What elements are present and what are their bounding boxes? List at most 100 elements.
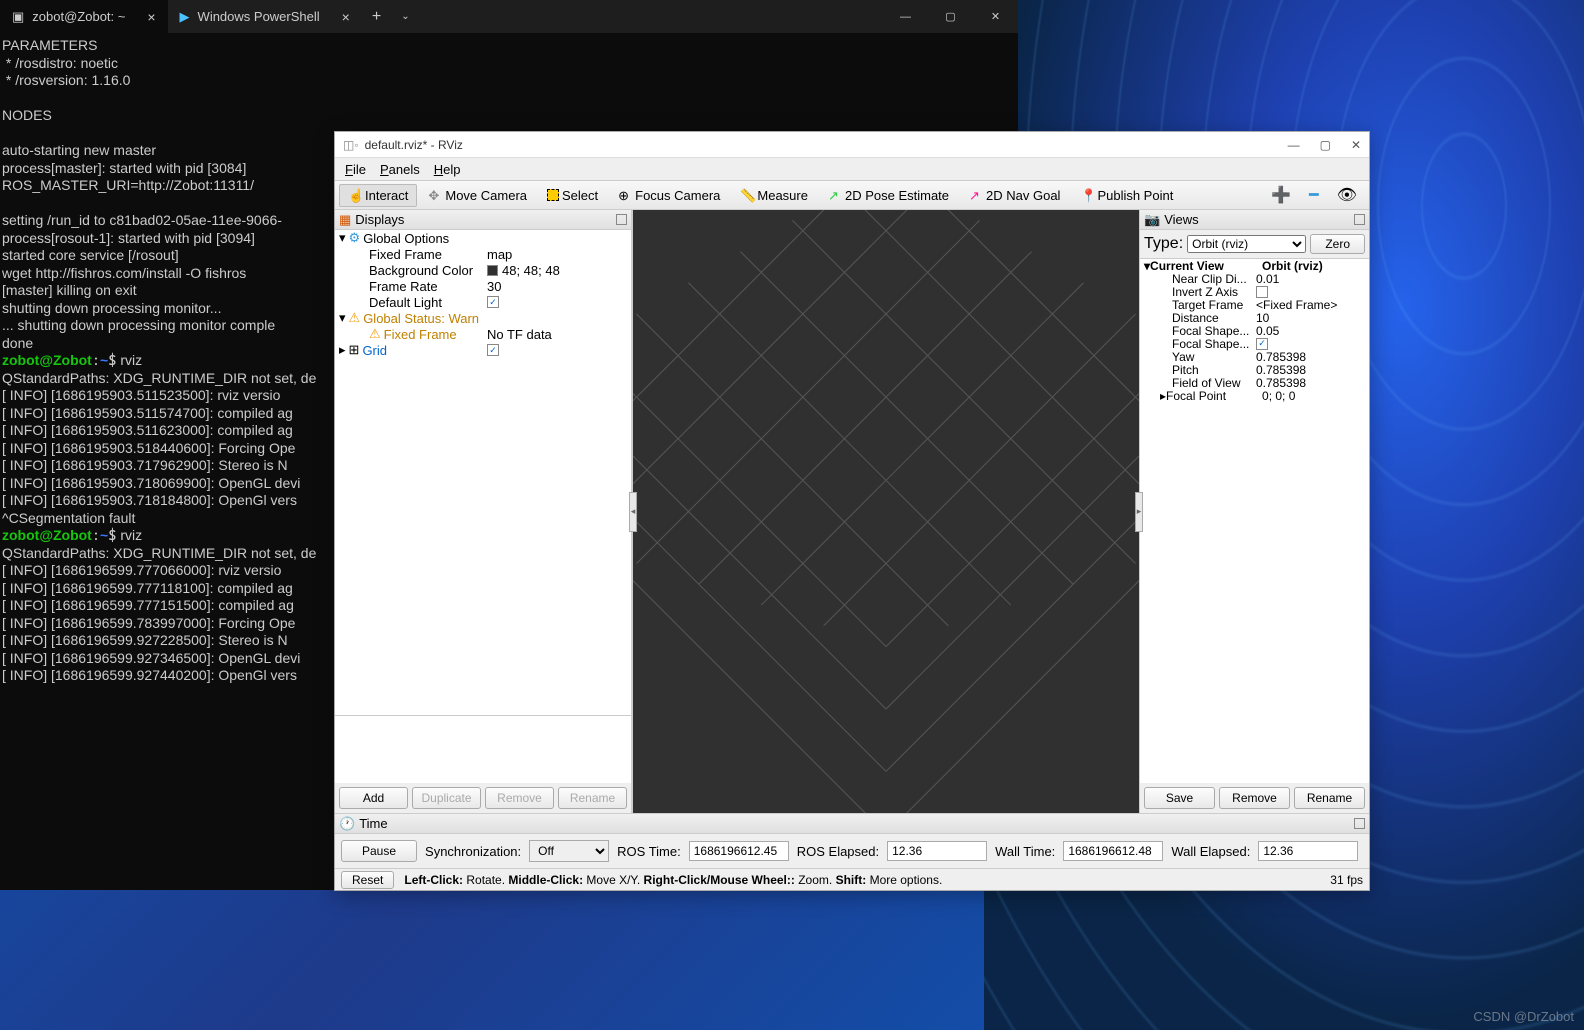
statusbar: Reset Left-Click: Rotate. Middle-Click: … [335, 868, 1369, 890]
displays-header[interactable]: ▦ Displays [335, 210, 631, 230]
checkbox[interactable]: ✓ [487, 344, 499, 356]
focus-icon: ⊕ [618, 188, 632, 202]
terminal-tab-label: Windows PowerShell [198, 9, 320, 24]
menu-file[interactable]: File [339, 160, 372, 179]
expand-icon[interactable]: ▾ [339, 310, 346, 326]
sync-select[interactable]: Off [529, 840, 609, 862]
splitter-left[interactable]: ◂ [629, 492, 637, 532]
grid-icon: ⊞ [349, 342, 360, 358]
grid-render [633, 210, 1139, 813]
terminal-tab-label: zobot@Zobot: ~ [32, 9, 125, 24]
ruler-icon: 📏 [740, 188, 754, 202]
toolbar: ☝Interact ✥Move Camera Select ⊕Focus Cam… [335, 180, 1369, 210]
reset-button[interactable]: Reset [341, 871, 394, 889]
pause-button[interactable]: Pause [341, 840, 417, 862]
displays-icon: ▦ [339, 212, 351, 228]
camera-icon: 📷 [1144, 212, 1160, 228]
ros-time-label: ROS Time: [617, 844, 681, 859]
splitter-right[interactable]: ▸ [1135, 492, 1143, 532]
terminal-titlebar: ▣ zobot@Zobot: ~ × ▶ Windows PowerShell … [0, 0, 1018, 33]
close-icon[interactable]: × [147, 9, 155, 25]
panel-float-icon[interactable] [616, 214, 627, 225]
warn-icon: ⚠ [369, 326, 381, 342]
hand-icon: ☝ [348, 188, 362, 202]
rviz-window: ◫◦ default.rviz* - RViz — ▢ ✕ File Panels… [334, 131, 1370, 891]
rviz-titlebar[interactable]: ◫◦ default.rviz* - RViz — ▢ ✕ [335, 132, 1369, 158]
tool-pose-estimate[interactable]: ↗2D Pose Estimate [819, 184, 958, 207]
window-title: default.rviz* - RViz [365, 138, 463, 152]
checkbox[interactable]: ✓ [1256, 338, 1268, 350]
sync-label: Synchronization: [425, 844, 521, 859]
gear-icon: ⚙ [349, 230, 361, 246]
add-button[interactable]: Add [339, 787, 408, 809]
color-swatch [487, 265, 498, 276]
terminal-icon: ▣ [12, 9, 24, 25]
expand-icon[interactable]: ▸ [1144, 389, 1166, 403]
maximize-button[interactable]: ▢ [1320, 138, 1331, 152]
tool-nav-goal[interactable]: ↗2D Nav Goal [960, 184, 1069, 207]
tool-select[interactable]: Select [538, 184, 607, 207]
displays-panel: ▦ Displays ▾⚙Global Options Fixed Framem… [335, 210, 632, 813]
plus-icon[interactable]: ➕ [1263, 185, 1299, 205]
views-tree[interactable]: ▾ Current ViewOrbit (rviz) Near Clip Di.… [1140, 259, 1369, 783]
view-type-select[interactable]: Orbit (rviz) [1187, 235, 1306, 253]
maximize-button[interactable]: ▢ [928, 0, 973, 33]
minimize-button[interactable]: — [883, 0, 928, 33]
menu-help[interactable]: Help [428, 160, 467, 179]
remove-button[interactable]: Remove [1219, 787, 1290, 809]
minus-icon[interactable]: ━ [1301, 185, 1327, 205]
terminal-tab-active[interactable]: ▣ zobot@Zobot: ~ × [0, 0, 168, 33]
pin-icon: 📍 [1080, 188, 1094, 202]
arrow-pink-icon: ↗ [969, 188, 983, 202]
warn-icon: ⚠ [349, 310, 361, 326]
ros-elapsed-label: ROS Elapsed: [797, 844, 879, 859]
panel-float-icon[interactable] [1354, 214, 1365, 225]
wall-time-field[interactable] [1063, 841, 1163, 861]
zero-button[interactable]: Zero [1310, 234, 1365, 254]
display-description [335, 715, 631, 783]
time-header[interactable]: 🕐 Time [335, 814, 1369, 834]
wall-elapsed-field[interactable] [1258, 841, 1358, 861]
watermark: CSDN @DrZobot [1473, 1009, 1574, 1024]
move-icon: ✥ [428, 188, 442, 202]
fps-label: 31 fps [1330, 873, 1363, 887]
clock-icon: 🕐 [339, 816, 355, 832]
tab-dropdown-button[interactable]: ⌄ [391, 11, 419, 22]
select-icon [547, 189, 559, 201]
save-button[interactable]: Save [1144, 787, 1215, 809]
expand-icon[interactable]: ▾ [339, 230, 346, 246]
rviz-logo-icon: ◫◦ [343, 138, 359, 152]
tool-move-camera[interactable]: ✥Move Camera [419, 184, 536, 207]
time-panel: 🕐 Time Pause Synchronization: Off ROS Ti… [335, 813, 1369, 868]
rename-button: Rename [558, 787, 627, 809]
tool-focus-camera[interactable]: ⊕Focus Camera [609, 184, 729, 207]
menubar: File Panels Help [335, 158, 1369, 180]
displays-tree[interactable]: ▾⚙Global Options Fixed Framemap Backgrou… [335, 230, 631, 715]
checkbox[interactable]: ✓ [487, 296, 499, 308]
rename-button[interactable]: Rename [1294, 787, 1365, 809]
wall-time-label: Wall Time: [995, 844, 1055, 859]
panel-float-icon[interactable] [1354, 818, 1365, 829]
minimize-button[interactable]: — [1288, 138, 1300, 152]
views-header[interactable]: 📷 Views [1140, 210, 1369, 230]
3d-viewport[interactable]: ◂ ▸ [632, 210, 1140, 813]
type-label: Type: [1144, 235, 1183, 253]
expand-icon[interactable]: ▸ [339, 342, 346, 358]
new-tab-button[interactable]: + [362, 8, 391, 26]
ros-time-field[interactable] [689, 841, 789, 861]
eye-icon[interactable]: 👁 [1329, 185, 1365, 205]
tool-measure[interactable]: 📏Measure [731, 184, 817, 207]
wall-elapsed-label: Wall Elapsed: [1171, 844, 1250, 859]
close-icon[interactable]: × [342, 9, 350, 25]
close-button[interactable]: ✕ [973, 0, 1018, 33]
checkbox[interactable] [1256, 286, 1268, 298]
remove-button: Remove [485, 787, 554, 809]
tool-interact[interactable]: ☝Interact [339, 184, 417, 207]
close-button[interactable]: ✕ [1351, 138, 1361, 152]
tool-publish-point[interactable]: 📍Publish Point [1071, 184, 1182, 207]
menu-panels[interactable]: Panels [374, 160, 426, 179]
ros-elapsed-field[interactable] [887, 841, 987, 861]
arrow-green-icon: ↗ [828, 188, 842, 202]
terminal-tab-powershell[interactable]: ▶ Windows PowerShell × [168, 0, 362, 33]
views-panel: 📷 Views Type: Orbit (rviz) Zero ▾ Curren… [1140, 210, 1369, 813]
